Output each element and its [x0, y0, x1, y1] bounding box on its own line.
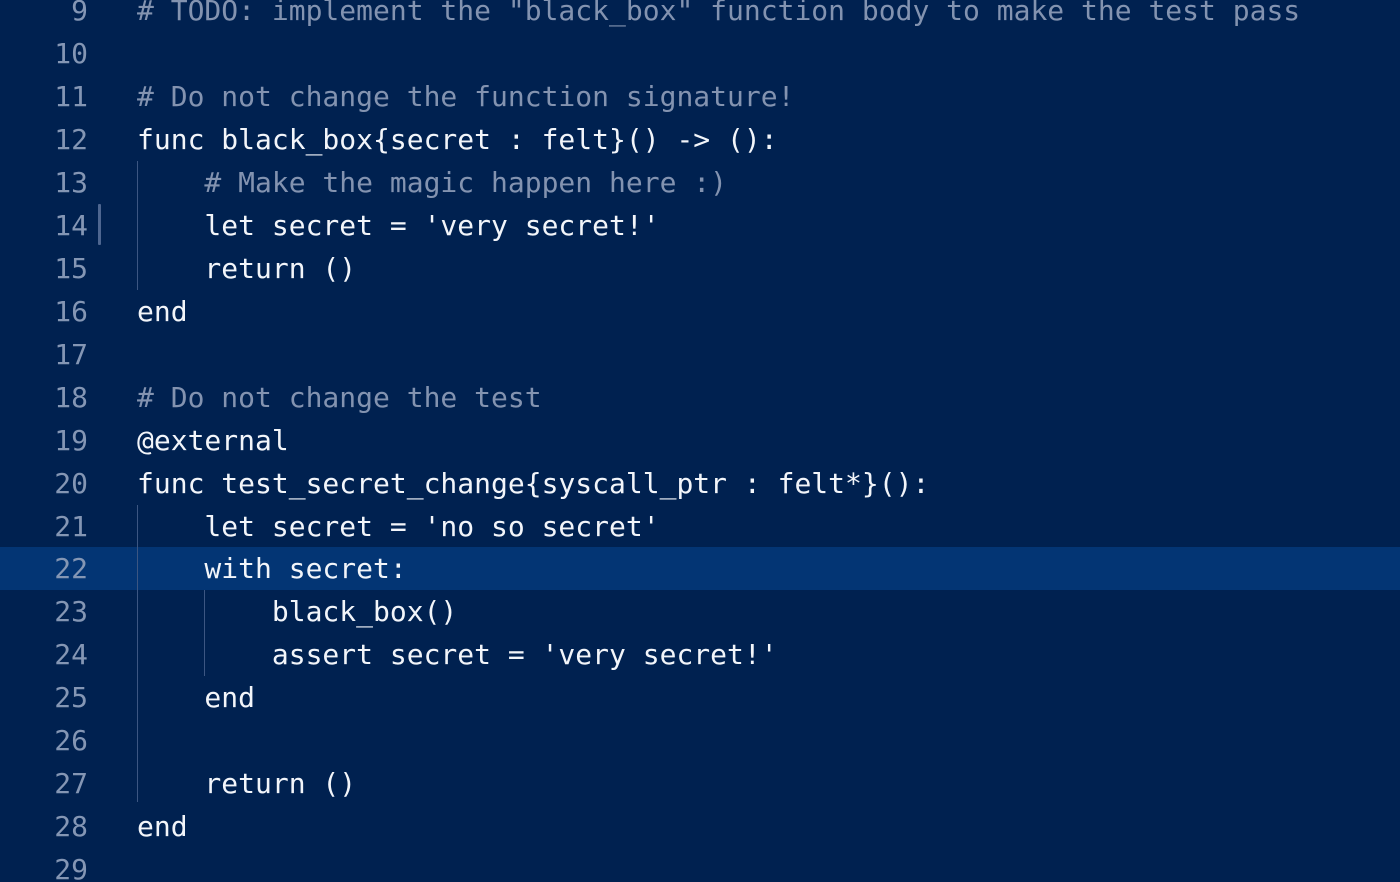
code-text[interactable]: func black_box{secret : felt}() -> ():	[137, 118, 778, 161]
line-number: 14	[54, 209, 88, 242]
code-line[interactable]: 14 let secret = 'very secret!'	[0, 204, 1400, 247]
line-number: 15	[54, 252, 88, 285]
code-text[interactable]: return ()	[137, 247, 356, 290]
code-line[interactable]: 9 # TODO: implement the "black_box" func…	[0, 0, 1400, 32]
code-line[interactable]: 29	[0, 848, 1400, 882]
code-text[interactable]: end	[137, 676, 255, 719]
code-text[interactable]: with secret:	[137, 547, 406, 590]
line-number: 29	[54, 853, 88, 882]
code-line[interactable]: 25 end	[0, 676, 1400, 719]
active-code-line[interactable]: 22 with secret:	[0, 547, 1400, 590]
line-number: 9	[71, 0, 88, 27]
code-line[interactable]: 13 # Make the magic happen here :)	[0, 161, 1400, 204]
code-line[interactable]: 10	[0, 32, 1400, 75]
code-line[interactable]: 26	[0, 719, 1400, 762]
code-comment[interactable]: # Do not change the function signature!	[137, 75, 794, 118]
code-text[interactable]: @external	[137, 419, 289, 462]
code-comment[interactable]: # Do not change the test	[137, 376, 542, 419]
code-line[interactable]: 23 black_box()	[0, 590, 1400, 633]
indent-guide	[137, 505, 138, 802]
code-line[interactable]: 17	[0, 333, 1400, 376]
code-line[interactable]: 28 end	[0, 805, 1400, 848]
code-editor[interactable]: 9 # TODO: implement the "black_box" func…	[0, 0, 1400, 882]
code-text[interactable]: let secret = 'no so secret'	[137, 505, 659, 548]
line-number: 21	[54, 510, 88, 543]
line-number: 25	[54, 681, 88, 714]
code-line[interactable]: 11 # Do not change the function signatur…	[0, 75, 1400, 118]
code-text[interactable]: assert secret = 'very secret!'	[137, 633, 778, 676]
line-number: 16	[54, 295, 88, 328]
line-number: 17	[54, 338, 88, 371]
code-line[interactable]: 18 # Do not change the test	[0, 376, 1400, 419]
indent-guide	[137, 161, 138, 290]
line-number: 13	[54, 166, 88, 199]
modified-line-marker	[98, 204, 101, 245]
line-number: 27	[54, 767, 88, 800]
code-line[interactable]: 21 let secret = 'no so secret'	[0, 505, 1400, 548]
code-text[interactable]: return ()	[137, 762, 356, 805]
line-number: 24	[54, 638, 88, 671]
line-number: 19	[54, 424, 88, 457]
code-text[interactable]: end	[137, 290, 188, 333]
code-line[interactable]: 12 func black_box{secret : felt}() -> ()…	[0, 118, 1400, 161]
code-comment[interactable]: # TODO: implement the "black_box" functi…	[137, 0, 1300, 32]
code-line[interactable]: 15 return ()	[0, 247, 1400, 290]
line-number: 11	[54, 80, 88, 113]
line-number: 10	[54, 37, 88, 70]
line-number: 26	[54, 724, 88, 757]
code-text[interactable]: func test_secret_change{syscall_ptr : fe…	[137, 462, 929, 505]
code-line[interactable]: 16 end	[0, 290, 1400, 333]
line-number: 20	[54, 467, 88, 500]
code-line[interactable]: 27 return ()	[0, 762, 1400, 805]
line-number: 18	[54, 381, 88, 414]
code-line[interactable]: 19 @external	[0, 419, 1400, 462]
code-line[interactable]: 20 func test_secret_change{syscall_ptr :…	[0, 462, 1400, 505]
indent-guide	[204, 590, 205, 676]
line-number: 28	[54, 810, 88, 843]
code-line[interactable]: 24 assert secret = 'very secret!'	[0, 633, 1400, 676]
code-text[interactable]: end	[137, 805, 188, 848]
line-number: 12	[54, 123, 88, 156]
code-comment[interactable]: # Make the magic happen here :)	[137, 161, 727, 204]
code-text[interactable]: let secret = 'very secret!'	[137, 204, 659, 247]
line-number: 23	[54, 595, 88, 628]
line-number: 22	[54, 552, 88, 585]
code-text[interactable]: black_box()	[137, 590, 457, 633]
